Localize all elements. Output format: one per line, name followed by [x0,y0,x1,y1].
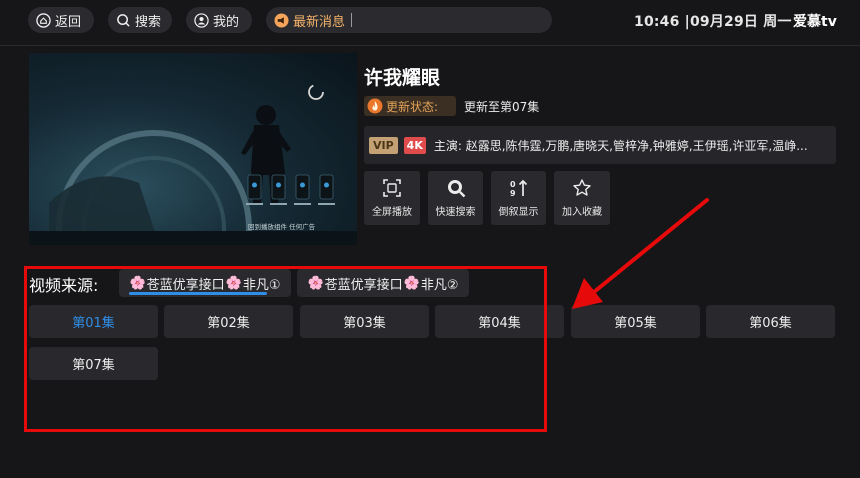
4k-badge: 4K [403,136,426,154]
user-icon [194,12,209,28]
fire-icon [367,98,383,114]
search-button[interactable]: 搜索 [108,7,172,33]
update-status-row: 更新状态: 更新至第07集 [364,96,539,116]
thumbnail-artwork: 回到播放组件 任何广告 [29,84,357,245]
news-bar[interactable]: 最新消息 [266,7,552,33]
search-label: 搜索 [135,14,162,30]
episode-button-03[interactable]: 第03集 [300,305,429,338]
episode-button-06[interactable]: 第06集 [706,305,835,338]
flower-icon: 🌸 [129,275,146,291]
video-title: 许我耀眼 [364,67,441,89]
fullscreen-play-button[interactable]: 全屏播放 [364,171,420,225]
video-player-thumbnail[interactable]: 回到播放组件 任何广告 [29,53,357,245]
episode-button-07[interactable]: 第07集 [29,347,158,380]
top-bar: 返回 搜索 我的 最新消息 10:46 |09月29日 周一 爱慕tv [0,0,860,46]
back-button[interactable]: 返回 [28,7,94,33]
megaphone-icon [274,12,289,28]
cast-info: VIP 4K 主演: 赵露思,陈伟霆,万鹏,唐晓天,管梓净,钟雅婷,王伊瑶,许亚… [364,126,836,164]
flower-icon: 🌸 [307,275,324,291]
svg-text:9: 9 [510,189,516,198]
svg-text:0: 0 [510,180,516,189]
episode-button-02[interactable]: 第02集 [164,305,293,338]
star-icon [573,179,591,196]
home-icon [36,12,51,28]
text-cursor [351,13,353,27]
source-tab-1[interactable]: 🌸 苍蓝优享接口 🌸 非凡① [119,269,291,297]
add-favorite-button[interactable]: 加入收藏 [554,171,610,225]
source-tab-2[interactable]: 🌸 苍蓝优享接口 🌸 非凡② [297,269,469,297]
brand-logo: 爱慕tv [793,14,837,30]
source-suffix: 非凡① [242,277,281,293]
mine-label: 我的 [213,14,240,30]
fullscreen-icon [383,179,401,197]
back-label: 返回 [55,14,82,30]
flower-icon: 🌸 [403,275,420,291]
flower-icon: 🌸 [225,275,242,291]
episode-button-01[interactable]: 第01集 [29,305,158,338]
episode-button-04[interactable]: 第04集 [435,305,564,338]
quick-search-button[interactable]: 快速搜索 [428,171,483,225]
update-status-tag: 更新状态: [364,96,456,116]
cast-list: 主演: 赵露思,陈伟霆,万鹏,唐晓天,管梓净,钟雅婷,王伊瑶,许亚军,温峥... [433,138,808,153]
vip-badge: VIP [369,136,398,154]
update-status-value: 更新至第07集 [464,99,540,114]
reverse-order-button[interactable]: 0 9 倒叙显示 [491,171,546,225]
source-name: 苍蓝优享接口 [146,277,225,293]
source-suffix: 非凡② [420,277,459,293]
selected-indicator [129,292,267,295]
video-source-label: 视频来源: [29,276,99,295]
action-label: 倒叙显示 [498,207,539,218]
search-icon [117,13,130,27]
search-icon [447,180,465,198]
action-label: 全屏播放 [372,207,412,218]
update-status-label: 更新状态: [386,99,439,114]
episode-button-05[interactable]: 第05集 [571,305,700,338]
news-label: 最新消息 [293,14,346,30]
action-buttons: 全屏播放 快速搜索 0 9 倒叙显示 加入收藏 [364,171,610,225]
action-label: 快速搜索 [435,207,476,218]
thumbnail-caption: 回到播放组件 任何广告 [248,222,316,231]
action-label: 加入收藏 [562,207,602,218]
source-name: 苍蓝优享接口 [324,277,403,293]
sort-reverse-icon: 0 9 [510,179,527,198]
datetime-display: 10:46 |09月29日 周一 [634,14,792,30]
mine-button[interactable]: 我的 [186,7,252,33]
